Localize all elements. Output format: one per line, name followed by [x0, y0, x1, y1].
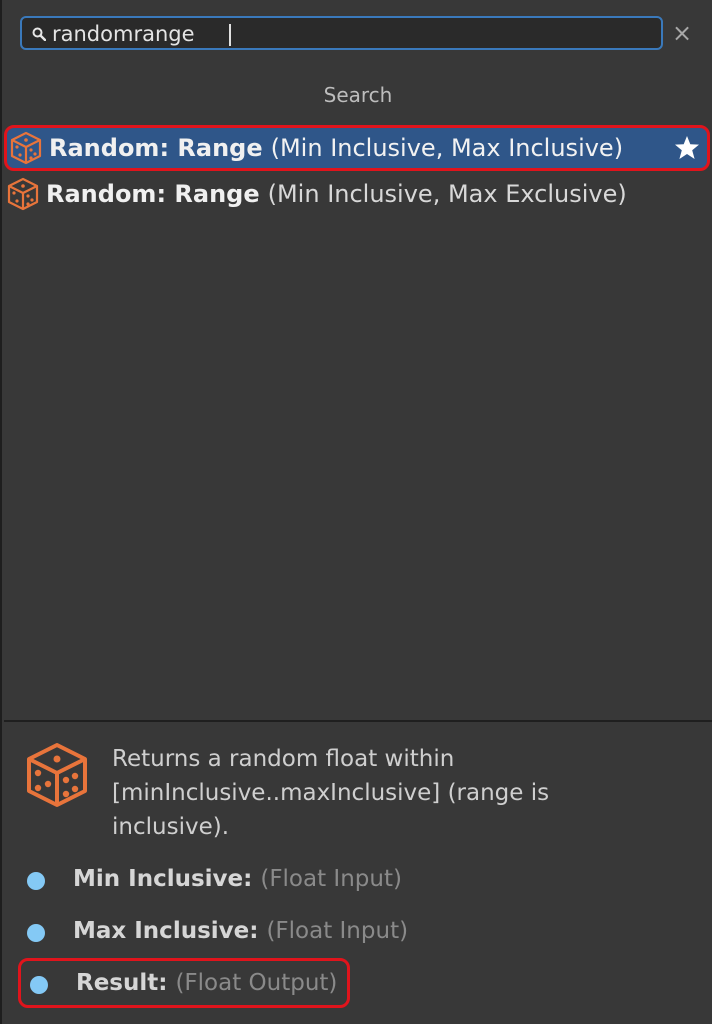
port-name: Result: [76, 970, 168, 996]
port-type: (Float Output) [175, 970, 338, 996]
port-min-inclusive: Min Inclusive: (Float Input) [27, 859, 402, 899]
search-input[interactable] [52, 20, 652, 48]
clear-search-button[interactable]: × [668, 18, 696, 48]
port-name: Max Inclusive: [73, 918, 259, 944]
text-caret [229, 24, 231, 46]
result-params: (Min Inclusive, Max Inclusive) [270, 134, 624, 162]
result-name: Random: Range [49, 134, 263, 162]
search-icon [32, 27, 46, 41]
port-type: (Float Input) [266, 918, 409, 944]
section-title: Search [323, 83, 393, 107]
port-name: Min Inclusive: [73, 866, 253, 892]
port-max-inclusive: Max Inclusive: (Float Input) [27, 911, 408, 951]
port-dot [27, 872, 45, 890]
result-name: Random: Range [46, 180, 260, 208]
search-field[interactable] [20, 16, 663, 50]
dice-icon [10, 131, 42, 165]
dice-icon [7, 177, 39, 211]
results-list: Random: Range (Min Inclusive, Max Inclus… [4, 125, 710, 217]
port-dot [30, 976, 48, 994]
result-item-exclusive[interactable]: Random: Range (Min Inclusive, Max Exclus… [4, 171, 710, 217]
node-description: Returns a random float within [minInclus… [112, 746, 550, 840]
search-window: × Search Random: Range (Min Inclusive, M… [0, 0, 712, 1024]
search-bar: × [20, 16, 700, 52]
dice-icon [27, 743, 87, 807]
details-panel: Returns a random float within [minInclus… [2, 722, 712, 1024]
result-params: (Min Inclusive, Max Exclusive) [267, 180, 627, 208]
port-dot [27, 924, 45, 942]
port-type: (Float Input) [260, 866, 402, 892]
favorite-star-icon[interactable] [673, 134, 701, 162]
port-result: Result: (Float Output) [18, 958, 351, 1008]
result-item-inclusive[interactable]: Random: Range (Min Inclusive, Max Inclus… [4, 125, 710, 171]
